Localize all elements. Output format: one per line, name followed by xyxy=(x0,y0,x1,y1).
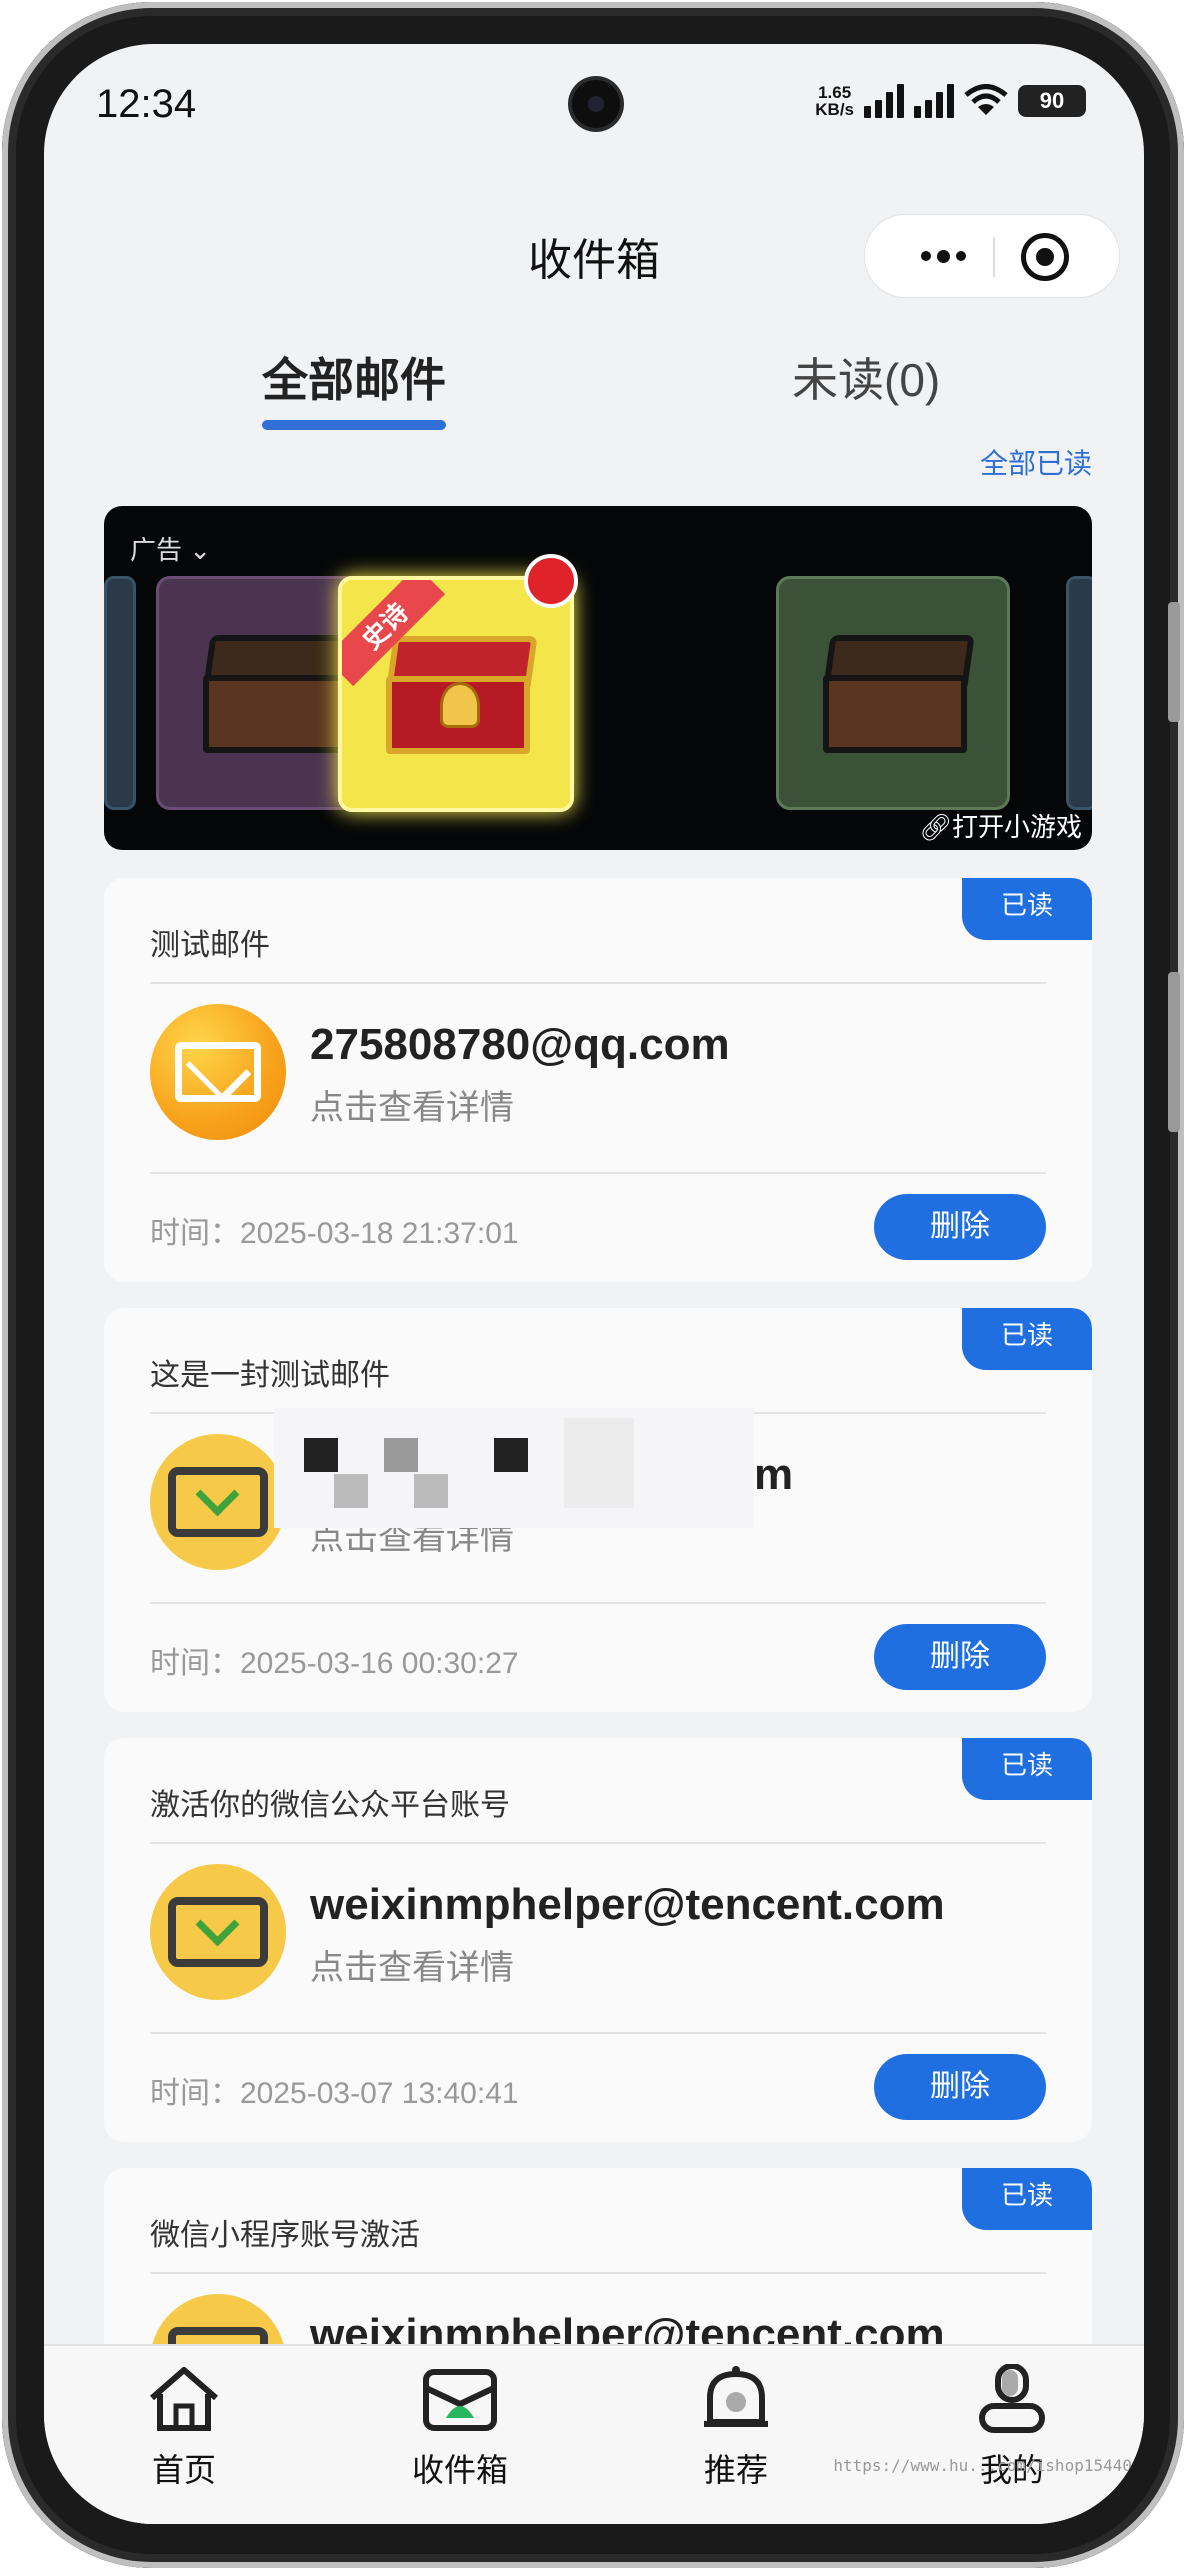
signal-icon-2 xyxy=(914,84,954,118)
mail-time: 时间：2025-03-18 21:37:01 xyxy=(150,1217,519,1250)
nav-recommend[interactable]: 推荐 xyxy=(656,2364,816,2491)
nav-inbox-label: 收件箱 xyxy=(411,2452,508,2488)
ad-label[interactable]: 广告 ⌄ xyxy=(130,530,211,567)
front-camera xyxy=(572,80,620,128)
close-circle-icon[interactable] xyxy=(1021,233,1069,281)
status-icons: 1.65 KB/s 90 xyxy=(815,84,1086,118)
divider xyxy=(150,1172,1046,1174)
mail-sender-suffix: m xyxy=(754,1450,794,1499)
volume-button xyxy=(1168,602,1180,722)
tab-active-indicator xyxy=(262,420,446,430)
tab-all-mail-label: 全部邮件 xyxy=(262,354,446,406)
view-details-hint: 点击查看详情 xyxy=(310,1089,514,1127)
view-details-hint: 点击查看详情 xyxy=(310,1949,514,1987)
delete-button[interactable]: 删除 xyxy=(874,1194,1046,1260)
redaction-mosaic xyxy=(274,1408,754,1528)
ad-label-text: 广告 xyxy=(130,535,183,565)
bottom-nav: 首页 收件箱 推荐 我的 https://www.hu...com/ishop1… xyxy=(44,2344,1144,2524)
open-mini-game-label: 打开小游戏 xyxy=(951,812,1082,842)
divider xyxy=(150,982,1046,984)
read-status-badge: 已读 xyxy=(962,878,1092,940)
network-speed-unit: KB/s xyxy=(815,100,854,119)
mail-card[interactable]: 已读 这是一封测试邮件 s 点击查看详情 m 时间：2025-03-16 00:… xyxy=(104,1308,1092,1712)
divider xyxy=(150,1842,1046,1844)
mail-card[interactable]: 已读 测试邮件 275808780@qq.com 点击查看详情 时间：2025-… xyxy=(104,878,1092,1282)
phone-frame: 12:34 1.65 KB/s 90 收件箱 全部邮件 未读(0) 全部已读 广… xyxy=(2,2,1184,2568)
delete-button[interactable]: 删除 xyxy=(874,1624,1046,1690)
nav-home-label: 首页 xyxy=(151,2452,216,2488)
chest-icon-2 xyxy=(819,635,975,753)
mini-program-capsule xyxy=(864,214,1120,298)
envelope-icon xyxy=(150,1434,286,1570)
mail-subject: 激活你的微信公众平台账号 xyxy=(150,1789,510,1822)
mail-subject: 这是一封测试邮件 xyxy=(150,1359,390,1392)
nav-home[interactable]: 首页 xyxy=(104,2364,264,2491)
tab-all-mail[interactable]: 全部邮件 xyxy=(262,344,446,430)
network-speed: 1.65 KB/s xyxy=(815,84,854,118)
home-icon xyxy=(150,2367,218,2431)
signal-icon xyxy=(864,84,904,118)
more-icon[interactable] xyxy=(889,215,997,297)
inbox-icon xyxy=(423,2369,497,2431)
mail-sender: 275808780@qq.com xyxy=(310,1020,730,1069)
delete-button[interactable]: 删除 xyxy=(874,2054,1046,2120)
chest-icon xyxy=(199,635,355,753)
status-time: 12:34 xyxy=(96,82,197,126)
tab-unread[interactable]: 未读(0) xyxy=(792,344,940,410)
golden-chest-icon xyxy=(382,636,538,754)
mail-time: 时间：2025-03-16 00:30:27 xyxy=(150,1647,519,1680)
divider xyxy=(150,1602,1046,1604)
treasure-card-green[interactable] xyxy=(776,576,1010,810)
link-icon: 🔗︎ xyxy=(918,812,952,842)
mail-sender: weixinmphelper@tencent.com xyxy=(310,1880,945,1929)
partial-card-right xyxy=(1066,576,1092,810)
ad-banner[interactable]: 广告 ⌄ 史诗 🔗︎打开小游戏 xyxy=(104,506,1092,850)
read-status-badge: 已读 xyxy=(962,2168,1092,2230)
open-mini-game-link[interactable]: 🔗︎打开小游戏 xyxy=(919,807,1082,844)
screen: 12:34 1.65 KB/s 90 收件箱 全部邮件 未读(0) 全部已读 广… xyxy=(44,44,1144,2524)
mail-time: 时间：2025-03-07 13:40:41 xyxy=(150,2077,519,2110)
read-status-badge: 已读 xyxy=(962,1308,1092,1370)
watermark: https://www.hu...com/ishop15440 xyxy=(833,2456,1132,2475)
capsule-divider xyxy=(993,237,995,277)
battery-indicator: 90 xyxy=(1018,85,1086,117)
wifi-icon xyxy=(964,84,1008,115)
bell-icon xyxy=(704,2366,768,2427)
treasure-card-gold[interactable]: 史诗 xyxy=(338,576,574,812)
envelope-icon xyxy=(150,1864,286,2000)
notification-dot xyxy=(524,554,578,608)
nav-recommend-label: 推荐 xyxy=(703,2452,768,2488)
network-speed-value: 1.65 xyxy=(818,83,852,102)
divider xyxy=(150,2032,1046,2034)
mail-card[interactable]: 已读 激活你的微信公众平台账号 weixinmphelper@tencent.c… xyxy=(104,1738,1092,2142)
mail-subject: 测试邮件 xyxy=(150,929,270,962)
mail-subject: 微信小程序账号激活 xyxy=(150,2219,420,2252)
divider xyxy=(150,2272,1046,2274)
envelope-icon xyxy=(150,1004,286,1140)
read-status-badge: 已读 xyxy=(962,1738,1092,1800)
partial-card-left xyxy=(104,576,136,810)
power-button xyxy=(1168,972,1180,1132)
chevron-down-icon: ⌄ xyxy=(189,535,212,565)
nav-inbox[interactable]: 收件箱 xyxy=(380,2364,540,2491)
user-icon xyxy=(979,2363,1045,2433)
mark-all-read-link[interactable]: 全部已读 xyxy=(980,442,1092,482)
